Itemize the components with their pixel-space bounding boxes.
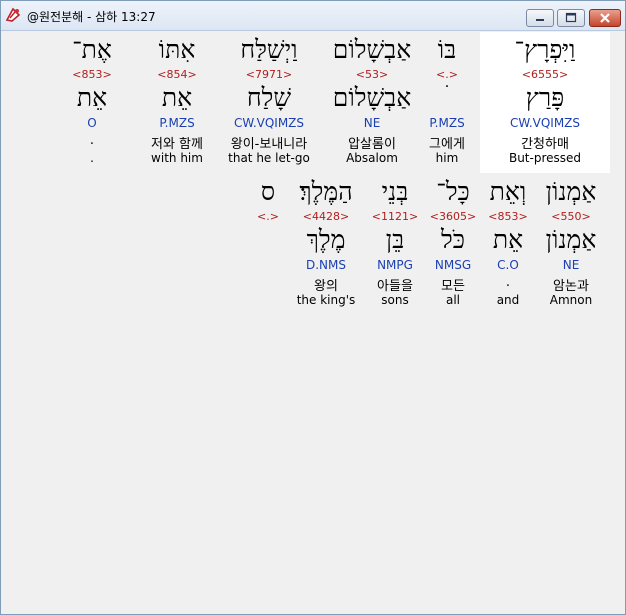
parsing-code: NE [363,116,381,130]
english-gloss: . [90,151,94,165]
hebrew-word: אַבְשָׁלוֹם [332,35,412,64]
hebrew-word: ס [260,177,276,206]
korean-gloss: 왕이-보내니라 [230,137,308,152]
korean-gloss: . [89,133,95,148]
app-window: @원전분해 - 삼하 13:27 וַיִּפְרָץ־ <6555> פָּר… [0,0,626,615]
english-gloss: the king's [296,293,356,307]
english-gloss: Absalom [346,151,398,165]
parsing-code: D.NMS [305,258,346,272]
restore-icon [565,12,577,23]
maximize-button[interactable] [557,9,585,27]
korean-gloss: 간청하매 [521,137,569,152]
lemma-word: מֶלֶךְ [306,225,346,254]
korean-gloss: 왕의 [314,279,338,294]
hebrew-word: אִתּוֹ [158,35,196,64]
lemma-word: אֵת [76,83,108,112]
window-title: @원전분해 - 삼하 13:27 [27,10,156,24]
lemma-word: שָׁלַח [246,83,292,112]
korean-gloss: 압살롬이 [348,137,396,152]
parsing-code: O [87,116,97,130]
strong-number[interactable]: <854> [131,68,223,81]
hebrew-word: וַיִּפְרָץ־ [514,35,576,64]
strong-number[interactable]: <6555> [499,68,591,81]
app-icon[interactable] [5,7,21,23]
strong-number[interactable]: <53> [326,68,418,81]
minimize-icon [536,19,544,21]
title-bar[interactable]: @원전분해 - 삼하 13:27 [1,1,625,31]
interlinear-panel[interactable]: וַיִּפְרָץ־ <6555> פָּרַץ CW.VQIMZS 간청하매… [4,32,622,612]
close-icon [600,13,610,23]
lemma-word: פָּרַץ [525,83,565,112]
lemma-word: אַבְשָׁלוֹם [332,83,412,112]
english-gloss: that he let-go [228,151,310,165]
parsing-code: CW.VQIMZS [509,116,581,130]
minimize-button[interactable] [526,9,554,27]
strong-number[interactable]: <853> [46,68,138,81]
english-gloss: with him [151,151,203,165]
strong-number[interactable]: <.> [222,210,314,223]
hebrew-word: אֶת־ [72,35,112,64]
english-gloss: But-pressed [508,151,582,165]
korean-gloss: 저와 함께 [151,137,203,152]
parsing-code: CW.VQIMZS [233,116,305,130]
hebrew-word: וַיְשַׁלַּח [240,35,298,64]
parsing-code: P.MZS [159,116,195,130]
close-button[interactable] [589,9,621,27]
strong-number[interactable]: <7971> [223,68,315,81]
lemma-word: אֵת [161,83,193,112]
